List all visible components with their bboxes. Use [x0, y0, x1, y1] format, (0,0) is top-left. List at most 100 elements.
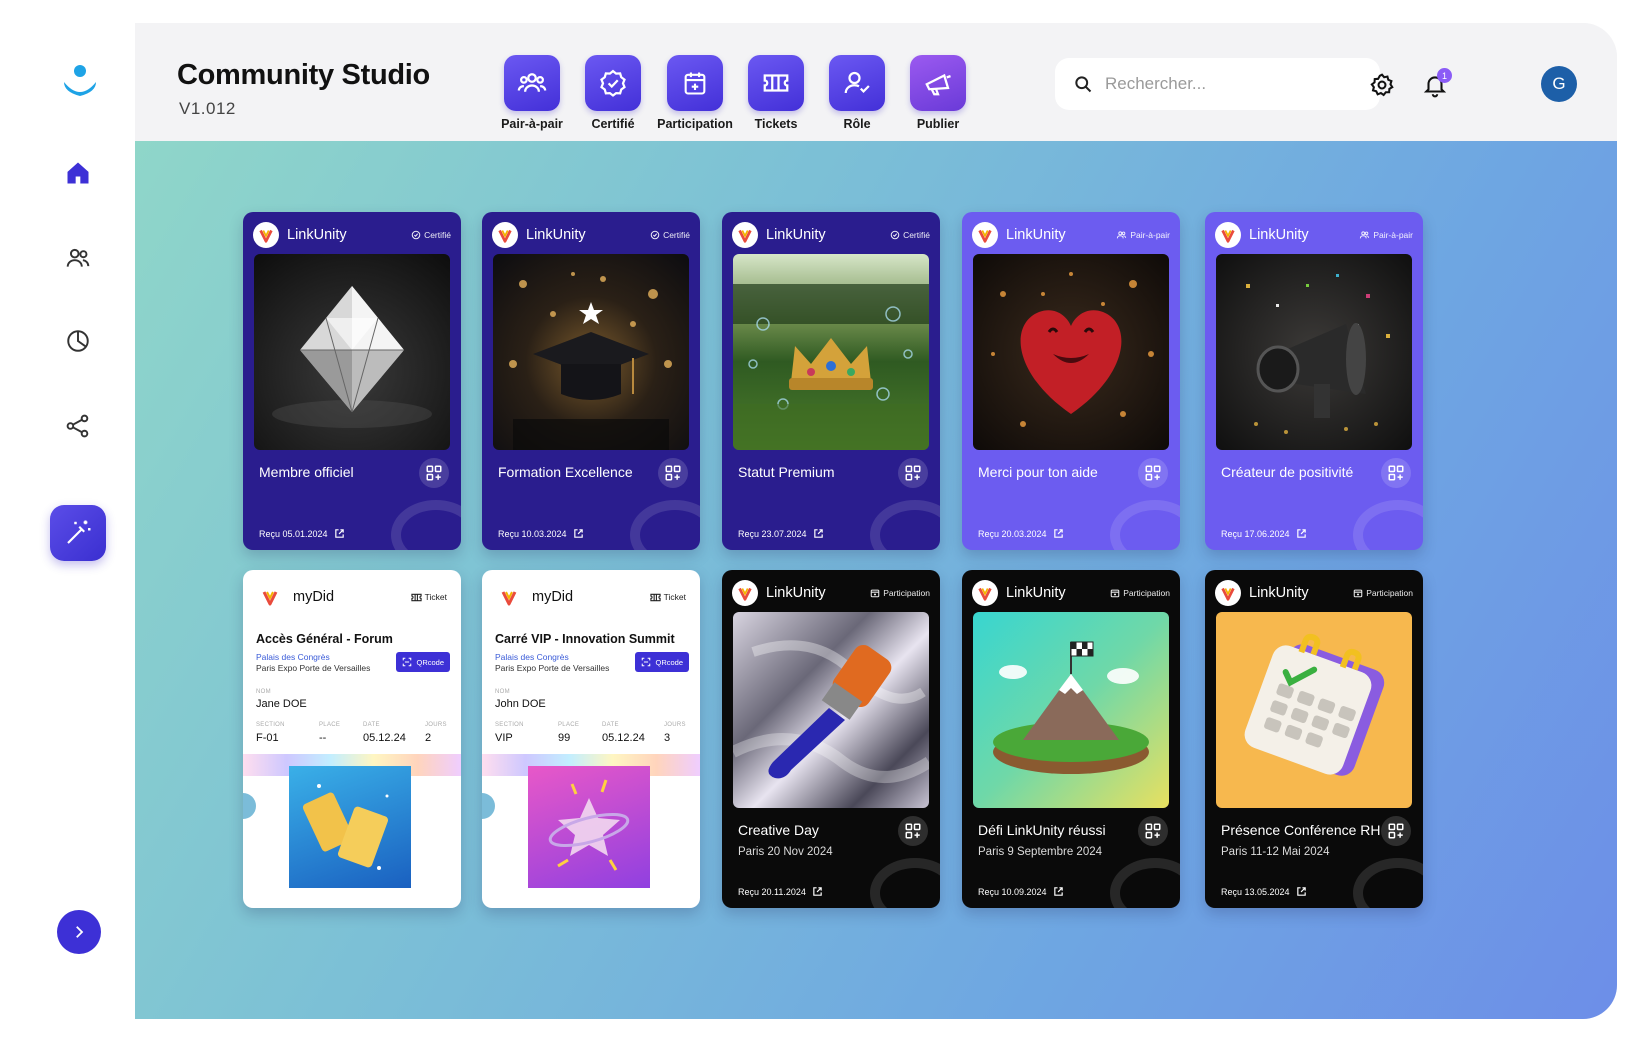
settings-icon[interactable] — [1365, 68, 1399, 102]
home-icon[interactable] — [50, 145, 106, 201]
qr-code-icon[interactable] — [1138, 816, 1168, 846]
ticket-venue: Palais des Congrès — [256, 652, 330, 662]
tool-label: Certifié — [591, 117, 635, 131]
qr-code-icon[interactable] — [658, 458, 688, 488]
magic-wand-icon[interactable] — [50, 505, 106, 561]
share-icon[interactable] — [50, 398, 106, 454]
place-value: -- — [319, 732, 327, 744]
user-avatar[interactable]: G — [1541, 66, 1577, 102]
badge-check-icon — [650, 230, 660, 240]
notifications-bell-icon[interactable]: 1 — [1418, 68, 1452, 102]
section-value: VIP — [495, 732, 513, 744]
badge-card[interactable]: LinkUnity Participation Creative Day Par… — [722, 570, 940, 908]
search-input[interactable] — [1105, 74, 1345, 94]
tool-label: Tickets — [754, 117, 798, 131]
card-date: Reçu 05.01.2024 — [259, 528, 345, 539]
card-tag: Certifié — [890, 230, 930, 240]
qr-code-icon[interactable] — [898, 816, 928, 846]
megaphone-image — [1216, 254, 1412, 450]
linkunity-logo-icon — [972, 580, 998, 606]
card-date: Reçu 10.03.2024 — [498, 528, 584, 539]
external-link-icon[interactable] — [1296, 886, 1307, 897]
card-date: Reçu 20.03.2024 — [978, 528, 1064, 539]
badge-card[interactable]: LinkUnity Certifié Membre officiel Reçu … — [243, 212, 461, 550]
holder-name: John DOE — [495, 698, 546, 710]
badge-card[interactable]: LinkUnity Participation Présence Confére… — [1205, 570, 1423, 908]
card-tag: Pair-à-pair — [1116, 230, 1170, 240]
badge-check-icon — [585, 55, 641, 111]
ticket-card[interactable]: myDid Ticket Accès Général - Forum Palai… — [243, 570, 461, 908]
card-tag: Certifié — [650, 230, 690, 240]
calendar-plus-icon — [667, 55, 723, 111]
external-link-icon[interactable] — [1053, 528, 1064, 539]
qr-code-icon[interactable] — [898, 458, 928, 488]
external-link-icon[interactable] — [813, 528, 824, 539]
card-date: Reçu 17.06.2024 — [1221, 528, 1307, 539]
external-link-icon[interactable] — [1053, 886, 1064, 897]
cards-area: LinkUnity Certifié Membre officiel Reçu … — [135, 141, 1617, 1019]
badge-card[interactable]: LinkUnity Certifié Statut Premium Reçu 2… — [722, 212, 940, 550]
users-icon[interactable] — [50, 230, 106, 286]
tool-participation[interactable]: Participation — [648, 55, 742, 131]
search-icon — [1075, 76, 1092, 93]
name-label: NOM — [256, 689, 271, 695]
card-title: Créateur de positivité — [1221, 464, 1354, 480]
users-icon — [1117, 231, 1127, 239]
ticket-brand: myDid — [532, 589, 574, 605]
linkunity-logo-icon — [1215, 580, 1241, 606]
tool-label: Participation — [657, 117, 733, 131]
scan-icon — [403, 657, 412, 667]
badge-check-icon — [890, 230, 900, 240]
card-decoration — [870, 500, 940, 550]
qr-code-icon[interactable] — [1138, 458, 1168, 488]
days-label: JOURS — [425, 722, 447, 728]
qr-code-icon[interactable] — [1381, 458, 1411, 488]
external-link-icon[interactable] — [573, 528, 584, 539]
card-decoration — [870, 858, 940, 908]
card-brand: LinkUnity — [766, 227, 826, 243]
tool-tickets[interactable]: Tickets — [729, 55, 823, 131]
ticket-address: Paris Expo Porte de Versailles — [495, 663, 610, 673]
ticket-card[interactable]: myDid Ticket Carré VIP - Innovation Summ… — [482, 570, 700, 908]
pie-chart-icon[interactable] — [50, 313, 106, 369]
linkunity-logo-icon — [1215, 222, 1241, 248]
badge-card[interactable]: LinkUnity Participation Défi LinkUnity r… — [962, 570, 1180, 908]
tool-role[interactable]: Rôle — [810, 55, 904, 131]
date-label: DATE — [602, 722, 619, 728]
badge-card[interactable]: LinkUnity Pair-à-pair Créateur de positi… — [1205, 212, 1423, 550]
mydid-logo-icon — [496, 584, 522, 610]
tool-certifie[interactable]: Certifié — [566, 55, 660, 131]
qrcode-button[interactable]: QRcode — [396, 652, 450, 672]
section-value: F-01 — [256, 732, 279, 744]
users-icon — [1360, 231, 1370, 239]
calendar-icon — [870, 589, 880, 598]
card-brand: LinkUnity — [287, 227, 347, 243]
external-link-icon[interactable] — [334, 528, 345, 539]
heart-image — [973, 254, 1169, 450]
badge-card[interactable]: LinkUnity Pair-à-pair Merci pour ton aid… — [962, 212, 1180, 550]
qr-code-icon[interactable] — [419, 458, 449, 488]
qrcode-button[interactable]: QRcode — [635, 652, 689, 672]
ticket-address: Paris Expo Porte de Versailles — [256, 663, 371, 673]
badge-card[interactable]: LinkUnity Certifié Formation Excellence … — [482, 212, 700, 550]
card-title: Merci pour ton aide — [978, 464, 1098, 480]
card-tag: Certifié — [411, 230, 451, 240]
sidebar — [0, 0, 135, 1043]
badge-check-icon — [411, 230, 421, 240]
star-image — [528, 766, 650, 888]
expand-sidebar-button[interactable] — [57, 910, 101, 954]
external-link-icon[interactable] — [812, 886, 823, 897]
external-link-icon[interactable] — [1296, 528, 1307, 539]
tool-pair-a-pair[interactable]: Pair-à-pair — [485, 55, 579, 131]
card-date: Reçu 13.05.2024 — [1221, 886, 1307, 897]
app-logo-icon[interactable] — [60, 62, 100, 102]
card-brand: LinkUnity — [1006, 227, 1066, 243]
chevron-right-icon — [76, 926, 84, 938]
place-label: PLACE — [319, 722, 341, 728]
card-title: Statut Premium — [738, 464, 835, 480]
qr-code-icon[interactable] — [1381, 816, 1411, 846]
tool-publier[interactable]: Publier — [891, 55, 985, 131]
paintbrush-image — [733, 612, 929, 808]
card-subtitle: Paris 20 Nov 2024 — [738, 846, 833, 858]
ticket-title: Accès Général - Forum — [256, 632, 393, 646]
